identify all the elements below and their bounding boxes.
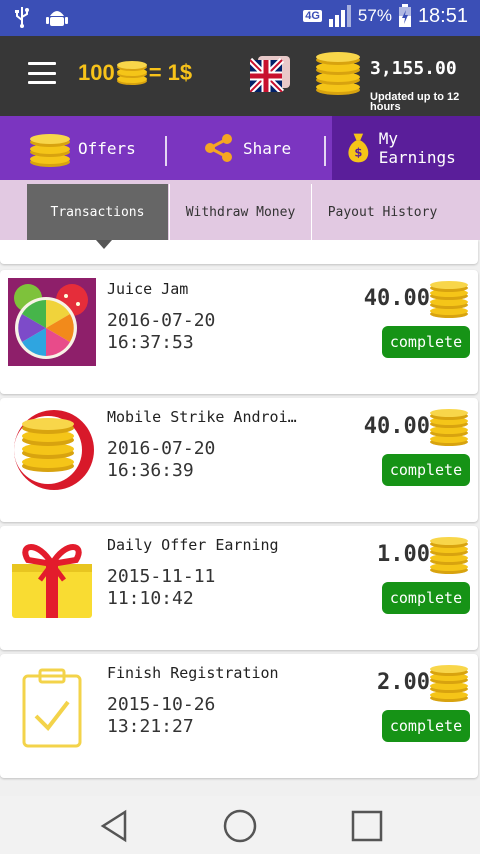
share-icon: [205, 134, 232, 162]
juice-jam-icon: [8, 278, 96, 366]
home-icon: [223, 809, 257, 843]
status-badge: complete: [382, 326, 470, 358]
status-bar: 4G 57% 18:51: [0, 0, 480, 36]
gift-icon: [12, 544, 92, 618]
status-badge: complete: [382, 710, 470, 742]
clock: 18:51: [417, 4, 468, 27]
transaction-day: 2016-07-20: [107, 438, 216, 459]
transaction-day: 2016-07-20: [107, 310, 216, 331]
subtab-withdraw-money[interactable]: Withdraw Money: [170, 184, 311, 240]
transaction-amount: 2.00: [377, 670, 430, 695]
subtab-payout-history[interactable]: Payout History: [312, 184, 453, 240]
coin-stack-icon: [430, 537, 468, 574]
transaction-list[interactable]: Juice Jam 2016-07-20 16:37:53 40.00 comp…: [0, 240, 480, 796]
battery-percent: 57%: [357, 6, 392, 25]
list-item: [0, 240, 478, 264]
transaction-time: 13:21:27: [107, 716, 194, 737]
transaction-card[interactable]: Mobile Strike Androi… 2016-07-20 16:36:3…: [0, 398, 478, 522]
uk-flag-icon[interactable]: [250, 56, 290, 92]
home-button[interactable]: [220, 806, 260, 846]
transaction-day: 2015-10-26: [107, 694, 216, 715]
balance-update-note: Updated up to 12 hours: [370, 92, 460, 112]
android-debug-icon: [46, 11, 68, 26]
transaction-date: 2015-11-11 11:10:42: [107, 566, 215, 610]
transaction-date: 2016-07-20 16:36:39: [107, 438, 215, 482]
transaction-title: Mobile Strike Androi…: [107, 408, 297, 426]
system-nav-bar: [0, 796, 480, 854]
transaction-card[interactable]: Daily Offer Earning 2015-11-11 11:10:42 …: [0, 526, 478, 650]
transaction-time: 16:37:53: [107, 332, 194, 353]
transaction-date: 2016-07-20 16:37:53: [107, 310, 215, 354]
transaction-time: 16:36:39: [107, 460, 194, 481]
status-badge: complete: [382, 582, 470, 614]
transaction-title: Juice Jam: [107, 280, 189, 298]
money-bag-icon: $: [348, 133, 369, 163]
transaction-amount: 40.00: [363, 414, 430, 439]
back-button[interactable]: [94, 806, 134, 846]
coin-stack-icon: [430, 281, 468, 318]
active-subtab-indicator: [96, 240, 112, 249]
tab-share[interactable]: Share: [167, 116, 325, 180]
transaction-amount: 1.00: [377, 542, 430, 567]
main-tabs: Offers Share $ My Earnings: [0, 116, 480, 180]
tab-label: Offers: [78, 138, 136, 158]
transaction-card[interactable]: Finish Registration 2015-10-26 13:21:27 …: [0, 654, 478, 778]
clipboard-check-icon: [22, 668, 82, 748]
transaction-title: Daily Offer Earning: [107, 536, 279, 554]
battery-charging-icon: [398, 4, 411, 27]
tab-offers[interactable]: Offers: [0, 116, 166, 180]
coin-stack-icon: [430, 665, 468, 702]
coin-stack-icon: [430, 409, 468, 446]
coins-icon: [116, 61, 147, 85]
transaction-time: 11:10:42: [107, 588, 194, 609]
back-icon: [100, 809, 127, 843]
transaction-title: Finish Registration: [107, 664, 279, 682]
rate-amount: 100: [78, 60, 115, 85]
exchange-rate: 100 = 1$: [78, 60, 192, 86]
recents-button[interactable]: [347, 806, 387, 846]
menu-icon[interactable]: [28, 62, 56, 84]
transaction-card[interactable]: Juice Jam 2016-07-20 16:37:53 40.00 comp…: [0, 270, 478, 394]
network-type: 4G: [303, 10, 322, 22]
tab-label: My Earnings: [378, 129, 456, 167]
recents-icon: [351, 810, 383, 842]
coins-icon: [30, 134, 70, 167]
subtab-transactions[interactable]: Transactions: [27, 184, 168, 240]
app-header: 100 = 1$ 3,155.00 Updated up to 12 hours: [0, 36, 480, 116]
status-badge: complete: [382, 454, 470, 486]
transaction-day: 2015-11-11: [107, 566, 216, 587]
transaction-amount: 40.00: [363, 286, 430, 311]
tab-label: Share: [243, 138, 292, 158]
sub-tabs: Transactions Withdraw Money Payout Histo…: [0, 180, 480, 240]
coin-stack-icon: [316, 52, 360, 95]
coins-circle-icon: [14, 410, 94, 490]
svg-text:$: $: [354, 146, 362, 160]
signal-icon: [328, 5, 351, 27]
transaction-date: 2015-10-26 13:21:27: [107, 694, 215, 738]
rate-usd: = 1$: [148, 60, 193, 85]
usb-icon: [15, 7, 29, 28]
balance-amount: 3,155.00: [370, 58, 457, 79]
tab-my-earnings[interactable]: $ My Earnings: [332, 116, 480, 180]
